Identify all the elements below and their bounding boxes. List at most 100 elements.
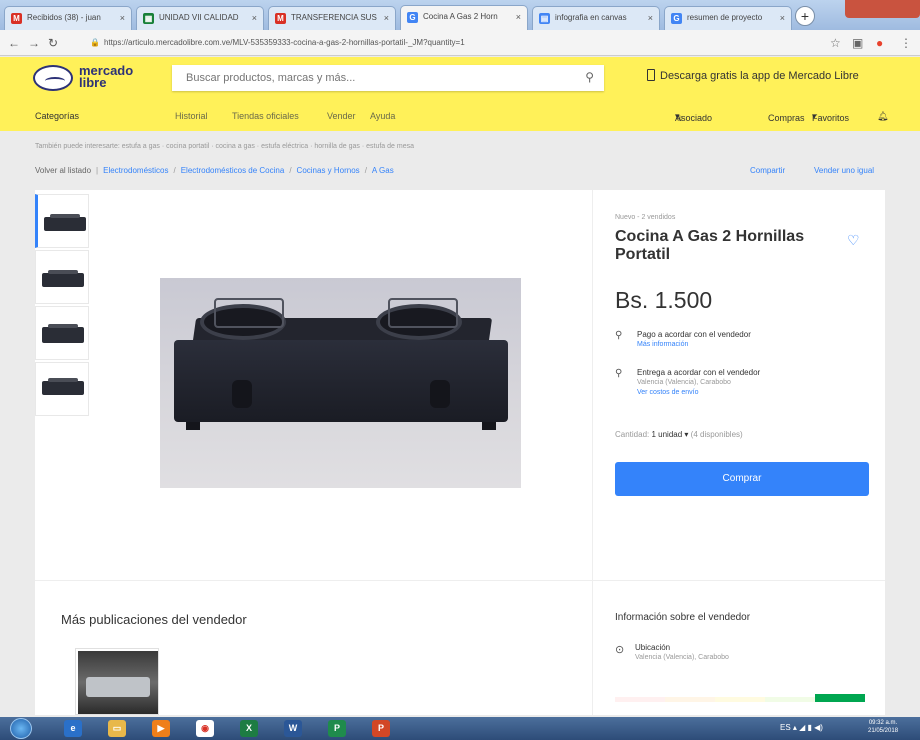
close-tab-icon[interactable]: × <box>516 12 521 22</box>
back-arrow-icon[interactable]: ← <box>8 36 20 50</box>
new-tab-button[interactable]: + <box>795 6 815 26</box>
payment-info: ⚲ Pago a acordar con el vendedor Más inf… <box>615 330 865 356</box>
breadcrumb: Volver al listado | Electrodomésticos / Elec… <box>35 166 394 175</box>
browser-tab[interactable]: ▦ UNIDAD VII CALIDAD × <box>136 6 264 30</box>
quantity-selector[interactable]: Cantidad: 1 unidad ▾ (4 disponibles) <box>615 430 743 439</box>
favorite-heart-icon[interactable]: ♡ <box>847 232 860 249</box>
opera-icon[interactable]: ● <box>876 36 883 50</box>
payment-text: Pago a acordar con el vendedor <box>637 330 751 339</box>
gallery-thumbnail[interactable] <box>35 306 89 360</box>
clock-time: 09:32 a.m. <box>868 720 898 726</box>
phone-icon <box>647 69 655 81</box>
close-tab-icon[interactable]: × <box>648 13 653 23</box>
gallery-thumbnail[interactable] <box>35 194 89 248</box>
nav-favorites[interactable]: Favoritos ▾ <box>812 111 849 123</box>
start-button[interactable] <box>10 718 32 739</box>
seller-info-title: Información sobre el vendedor <box>615 612 751 623</box>
google-icon: G <box>671 13 682 24</box>
clock-date: 21/05/2018 <box>868 728 899 734</box>
os-taskbar: e ▭ ▶ ◉ X W P P ES ▴ ◢ ▮ ◀) 09:32 a.m. 2… <box>0 717 920 740</box>
url-text: https://articulo.mercadolibre.com.ve/MLV… <box>103 38 465 47</box>
download-app-link[interactable]: Descarga gratis la app de Mercado Libre <box>647 69 859 82</box>
media-player-icon[interactable]: ▶ <box>152 720 170 737</box>
browser-tab[interactable]: M Recibidos (38) - juan × <box>4 6 132 30</box>
location-value: Valencia (Valencia), Carabobo <box>635 654 729 661</box>
buy-button[interactable]: Comprar <box>615 462 869 496</box>
gallery-thumbnail[interactable] <box>35 362 89 416</box>
more-from-seller-title: Más publicaciones del vendedor <box>61 612 247 627</box>
breadcrumb-item[interactable]: Electrodomésticos de Cocina <box>181 166 285 175</box>
delivery-text: Entrega a acordar con el vendedor <box>637 368 761 377</box>
product-card: Nuevo - 2 vendidos Cocina A Gas 2 Hornil… <box>35 190 885 715</box>
search-input[interactable] <box>172 65 552 91</box>
browser-menu-icon[interactable]: ⋮ <box>900 36 912 50</box>
search-icon[interactable]: ⚲ <box>585 70 594 84</box>
section-divider <box>35 580 885 581</box>
lock-icon: 🔒 <box>90 38 100 47</box>
close-tab-icon[interactable]: × <box>120 13 125 23</box>
close-tab-icon[interactable]: × <box>252 13 257 23</box>
column-divider <box>592 580 593 715</box>
search-box: ⚲ <box>172 65 604 91</box>
browser-tab-label: infografia en canvas <box>555 13 627 22</box>
breadcrumb-separator: / <box>289 166 292 175</box>
reload-icon[interactable]: ↻ <box>48 36 58 50</box>
breadcrumb-item[interactable]: A Gas <box>372 166 394 175</box>
nav-history[interactable]: Historial <box>175 111 208 121</box>
browser-tab[interactable]: Gresumen de proyecto × <box>664 6 792 30</box>
chevron-down-icon: ▾ <box>684 430 689 439</box>
stove-knob <box>430 380 450 408</box>
breadcrumb-item[interactable]: Cocinas y Hornos <box>297 166 360 175</box>
browser-tab[interactable]: ▤ infografia en canvas × <box>532 6 660 30</box>
word-icon[interactable]: W <box>284 720 302 737</box>
notifications-bell-icon[interactable]: 🔔︎ <box>877 111 888 122</box>
product-main-image[interactable] <box>160 278 521 488</box>
powerpoint-icon[interactable]: P <box>372 720 390 737</box>
clock[interactable]: 09:32 a.m. 21/05/2018 <box>868 719 898 735</box>
publisher-icon[interactable]: P <box>328 720 346 737</box>
user-menu[interactable]: ☺ Asociado ▾ <box>675 111 712 123</box>
gmail-icon: M <box>11 13 22 24</box>
nav-help[interactable]: Ayuda <box>370 111 395 121</box>
browser-tab-label: Cocina A Gas 2 Horn <box>423 12 498 21</box>
nav-categories[interactable]: Categorías <box>35 111 79 121</box>
chrome-icon[interactable]: ◉ <box>196 720 214 737</box>
system-tray[interactable]: ES ▴ ◢ ▮ ◀) <box>780 723 823 732</box>
google-icon: G <box>407 12 418 23</box>
related-searches[interactable]: También puede interesarte: estufa a gas … <box>35 143 414 150</box>
nav-sell[interactable]: Vender <box>327 111 356 121</box>
extension-icon[interactable]: ▣ <box>852 36 863 50</box>
ie-icon[interactable]: e <box>64 720 82 737</box>
shipping-costs-link[interactable]: Ver costos de envío <box>637 389 698 396</box>
close-tab-icon[interactable]: × <box>780 13 785 23</box>
gallery-thumbnail[interactable] <box>35 250 89 304</box>
url-field[interactable]: 🔒 https://articulo.mercadolibre.com.ve/ML… <box>90 34 810 52</box>
seller-listing-thumbnail[interactable] <box>75 648 159 715</box>
logo-text-line2: libre <box>79 75 107 90</box>
breadcrumb-item[interactable]: Electrodomésticos <box>103 166 168 175</box>
browser-tab[interactable]: G Cocina A Gas 2 Horn × <box>400 5 528 30</box>
excel-icon[interactable]: X <box>240 720 258 737</box>
folder-icon[interactable]: ▭ <box>108 720 126 737</box>
product-price: Bs. 1.500 <box>615 287 713 313</box>
reputation-segment <box>715 697 765 702</box>
nav-official-stores[interactable]: Tiendas oficiales <box>232 111 299 121</box>
person-icon: ⚲ <box>615 368 623 379</box>
sheets-icon: ▦ <box>143 13 154 24</box>
browser-tab[interactable]: M TRANSFERENCIA SUS × <box>268 6 396 30</box>
payment-more-info-link[interactable]: Más información <box>637 341 688 348</box>
window-controls[interactable] <box>845 0 920 18</box>
quantity-value: 1 unidad <box>651 430 683 439</box>
delivery-info: ⚲ Entrega a acordar con el vendedor Vale… <box>615 368 865 408</box>
back-to-list-link[interactable]: Volver al listado <box>35 166 91 175</box>
close-tab-icon[interactable]: × <box>384 13 389 23</box>
sell-same-link[interactable]: Vender uno igual <box>814 166 874 175</box>
star-icon[interactable]: ☆ <box>830 36 841 50</box>
product-condition: Nuevo - 2 vendidos <box>615 214 676 221</box>
browser-tab-label: UNIDAD VII CALIDAD <box>159 13 239 22</box>
reputation-segment <box>615 697 665 702</box>
header-nav: Categorías Historial Tiendas oficiales V… <box>35 111 889 123</box>
forward-arrow-icon[interactable]: → <box>28 36 40 50</box>
mercadolibre-logo[interactable]: mercado libre <box>33 63 143 93</box>
share-link[interactable]: Compartir <box>750 166 785 175</box>
